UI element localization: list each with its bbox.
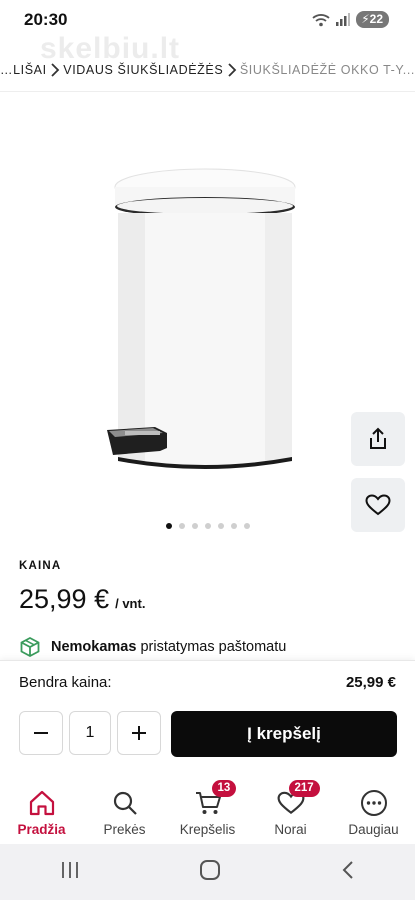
delivery-info: Nemokamas pristatymas paštomatu (19, 636, 286, 658)
gallery-dot[interactable] (165, 523, 172, 529)
back-button[interactable] (340, 860, 356, 885)
total-label: Bendra kaina: (19, 674, 112, 691)
wishlist-badge: 217 (288, 780, 320, 797)
battery-indicator: ⚡22 (356, 11, 389, 28)
breadcrumb-item[interactable]: …LIŠAI (0, 63, 47, 77)
gallery-dot[interactable] (191, 523, 198, 529)
heart-icon (365, 494, 391, 516)
nav-label: Krepšelis (179, 822, 236, 837)
share-button[interactable] (351, 412, 405, 466)
more-icon (359, 788, 389, 818)
cart-badge: 13 (211, 780, 237, 797)
home-system-button[interactable] (199, 859, 221, 886)
signal-icon (336, 13, 351, 26)
bottom-nav: Pradžia Prekės 13 Krepšelis 217 Norai Da… (0, 780, 415, 844)
chevron-right-icon (223, 62, 240, 78)
nav-label: Norai (274, 822, 307, 837)
gallery-dot[interactable] (230, 523, 237, 529)
breadcrumb-current: ŠIUKŠLIADĖŽĖ OKKO T-Y... (239, 62, 415, 77)
decrease-button[interactable] (19, 711, 63, 755)
price-unit: / vnt. (115, 596, 146, 611)
cart-panel: Bendra kaina: 25,99 € Į krepšelį (0, 660, 415, 782)
breadcrumb-item[interactable]: VIDAUS ŠIUKŠLIADĖŽĖS (63, 63, 223, 77)
gallery-dot[interactable] (217, 523, 224, 529)
delivery-rest: pristatymas paštomatu (140, 639, 287, 655)
total-row: Bendra kaina: 25,99 € (19, 674, 396, 691)
nav-label: Pradžia (17, 822, 66, 837)
status-icons: ⚡22 (312, 11, 389, 28)
price-value: 25,99 € (19, 584, 110, 614)
delivery-text: Nemokamas pristatymas paštomatu (51, 639, 286, 655)
recents-button[interactable] (59, 860, 81, 885)
quantity-stepper (19, 711, 161, 755)
nav-item-products[interactable]: Prekės (83, 782, 166, 844)
battery-level: 22 (369, 12, 383, 26)
gallery-dots (0, 523, 415, 529)
package-icon (20, 636, 40, 658)
home-icon (27, 788, 57, 818)
status-time: 20:30 (24, 10, 68, 29)
back-chevron-icon (342, 860, 353, 879)
minus-icon (34, 732, 48, 734)
nav-item-wishlist[interactable]: 217 Norai (249, 780, 332, 844)
add-to-cart-button[interactable]: Į krepšelį (171, 711, 397, 757)
total-value: 25,99 € (345, 674, 396, 691)
share-icon (370, 427, 386, 449)
quantity-input[interactable] (69, 711, 111, 755)
breadcrumb: …LIŠAI VIDAUS ŠIUKŠLIADĖŽĖS ŠIUKŠLIADĖŽĖ… (0, 48, 415, 92)
recents-icon (62, 861, 79, 878)
nav-item-cart[interactable]: 13 Krepšelis (166, 780, 249, 844)
delivery-bold: Nemokamas (51, 639, 137, 655)
system-nav-bar (0, 844, 415, 900)
price-row: 25,99 € / vnt. (19, 584, 145, 615)
search-icon (110, 788, 140, 818)
price-label: KAINA (19, 560, 62, 572)
increase-button[interactable] (117, 711, 161, 755)
gallery-dot[interactable] (243, 523, 250, 529)
product-gallery[interactable] (0, 100, 415, 540)
wifi-icon (312, 13, 330, 26)
chevron-right-icon (47, 62, 64, 78)
home-circle-icon (200, 859, 221, 880)
nav-label: Daugiau (348, 822, 399, 837)
gallery-dot[interactable] (204, 523, 211, 529)
nav-item-more[interactable]: Daugiau (332, 782, 415, 844)
nav-label: Prekės (103, 822, 146, 837)
battery-charging-icon: ⚡ (361, 12, 370, 26)
product-image (107, 168, 296, 469)
nav-item-home[interactable]: Pradžia (0, 782, 83, 844)
plus-icon (132, 726, 146, 740)
gallery-dot[interactable] (178, 523, 185, 529)
